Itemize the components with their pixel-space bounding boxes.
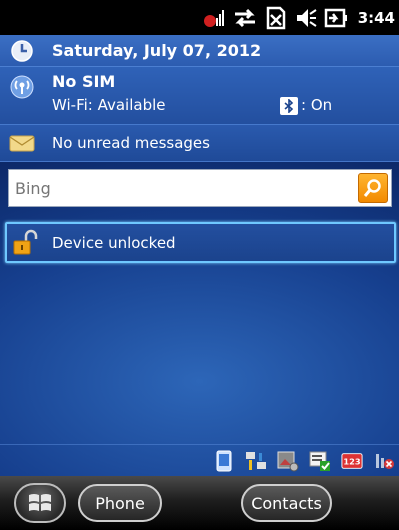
date-label: Saturday, July 07, 2012 [52,41,262,60]
network-icon[interactable] [245,450,267,472]
messages-label: No unread messages [52,134,210,152]
sim-wifi-row[interactable]: No SIM Wi-Fi: Available : On [0,67,399,125]
clock-icon [8,37,36,65]
search-input[interactable] [9,170,358,206]
bluetooth-status: : On [301,96,333,114]
battery-charging-icon[interactable] [324,5,348,31]
start-button[interactable] [14,483,66,523]
signal-icon[interactable] [202,5,226,31]
status-bar: 3:44 [0,0,399,35]
disconnect-icon[interactable] [373,450,395,472]
sim-status: No SIM [52,72,116,91]
speaker-icon[interactable] [294,5,318,31]
envelope-icon [8,129,36,157]
no-sim-icon[interactable] [264,5,288,31]
lock-row[interactable]: Device unlocked [5,222,396,263]
sync-icon[interactable] [232,5,258,31]
wifi-status: Wi-Fi: Available [52,96,166,114]
messages-row[interactable]: No unread messages [0,125,399,162]
contacts-softkey[interactable]: Contacts [241,484,332,522]
camera-settings-icon[interactable] [277,450,299,472]
bing-search-box [8,169,392,207]
softkey-bar: Phone Contacts [0,476,399,530]
search-button[interactable] [358,173,388,203]
lock-status: Device unlocked [52,233,176,252]
bluetooth-icon [280,97,298,115]
search-icon [363,179,381,197]
phone-softkey[interactable]: Phone [78,484,162,522]
clock-time[interactable]: 3:44 [358,9,395,27]
checkmark-card-icon[interactable] [309,450,331,472]
wireless-icon [8,73,36,101]
notification-tray: 123 [0,444,399,476]
padlock-open-icon [11,229,39,257]
device-icon[interactable] [213,450,235,472]
input-123-icon[interactable]: 123 [341,450,363,472]
date-row[interactable]: Saturday, July 07, 2012 [0,35,399,67]
windows-logo-icon [29,494,51,511]
input-123-label: 123 [343,456,360,466]
